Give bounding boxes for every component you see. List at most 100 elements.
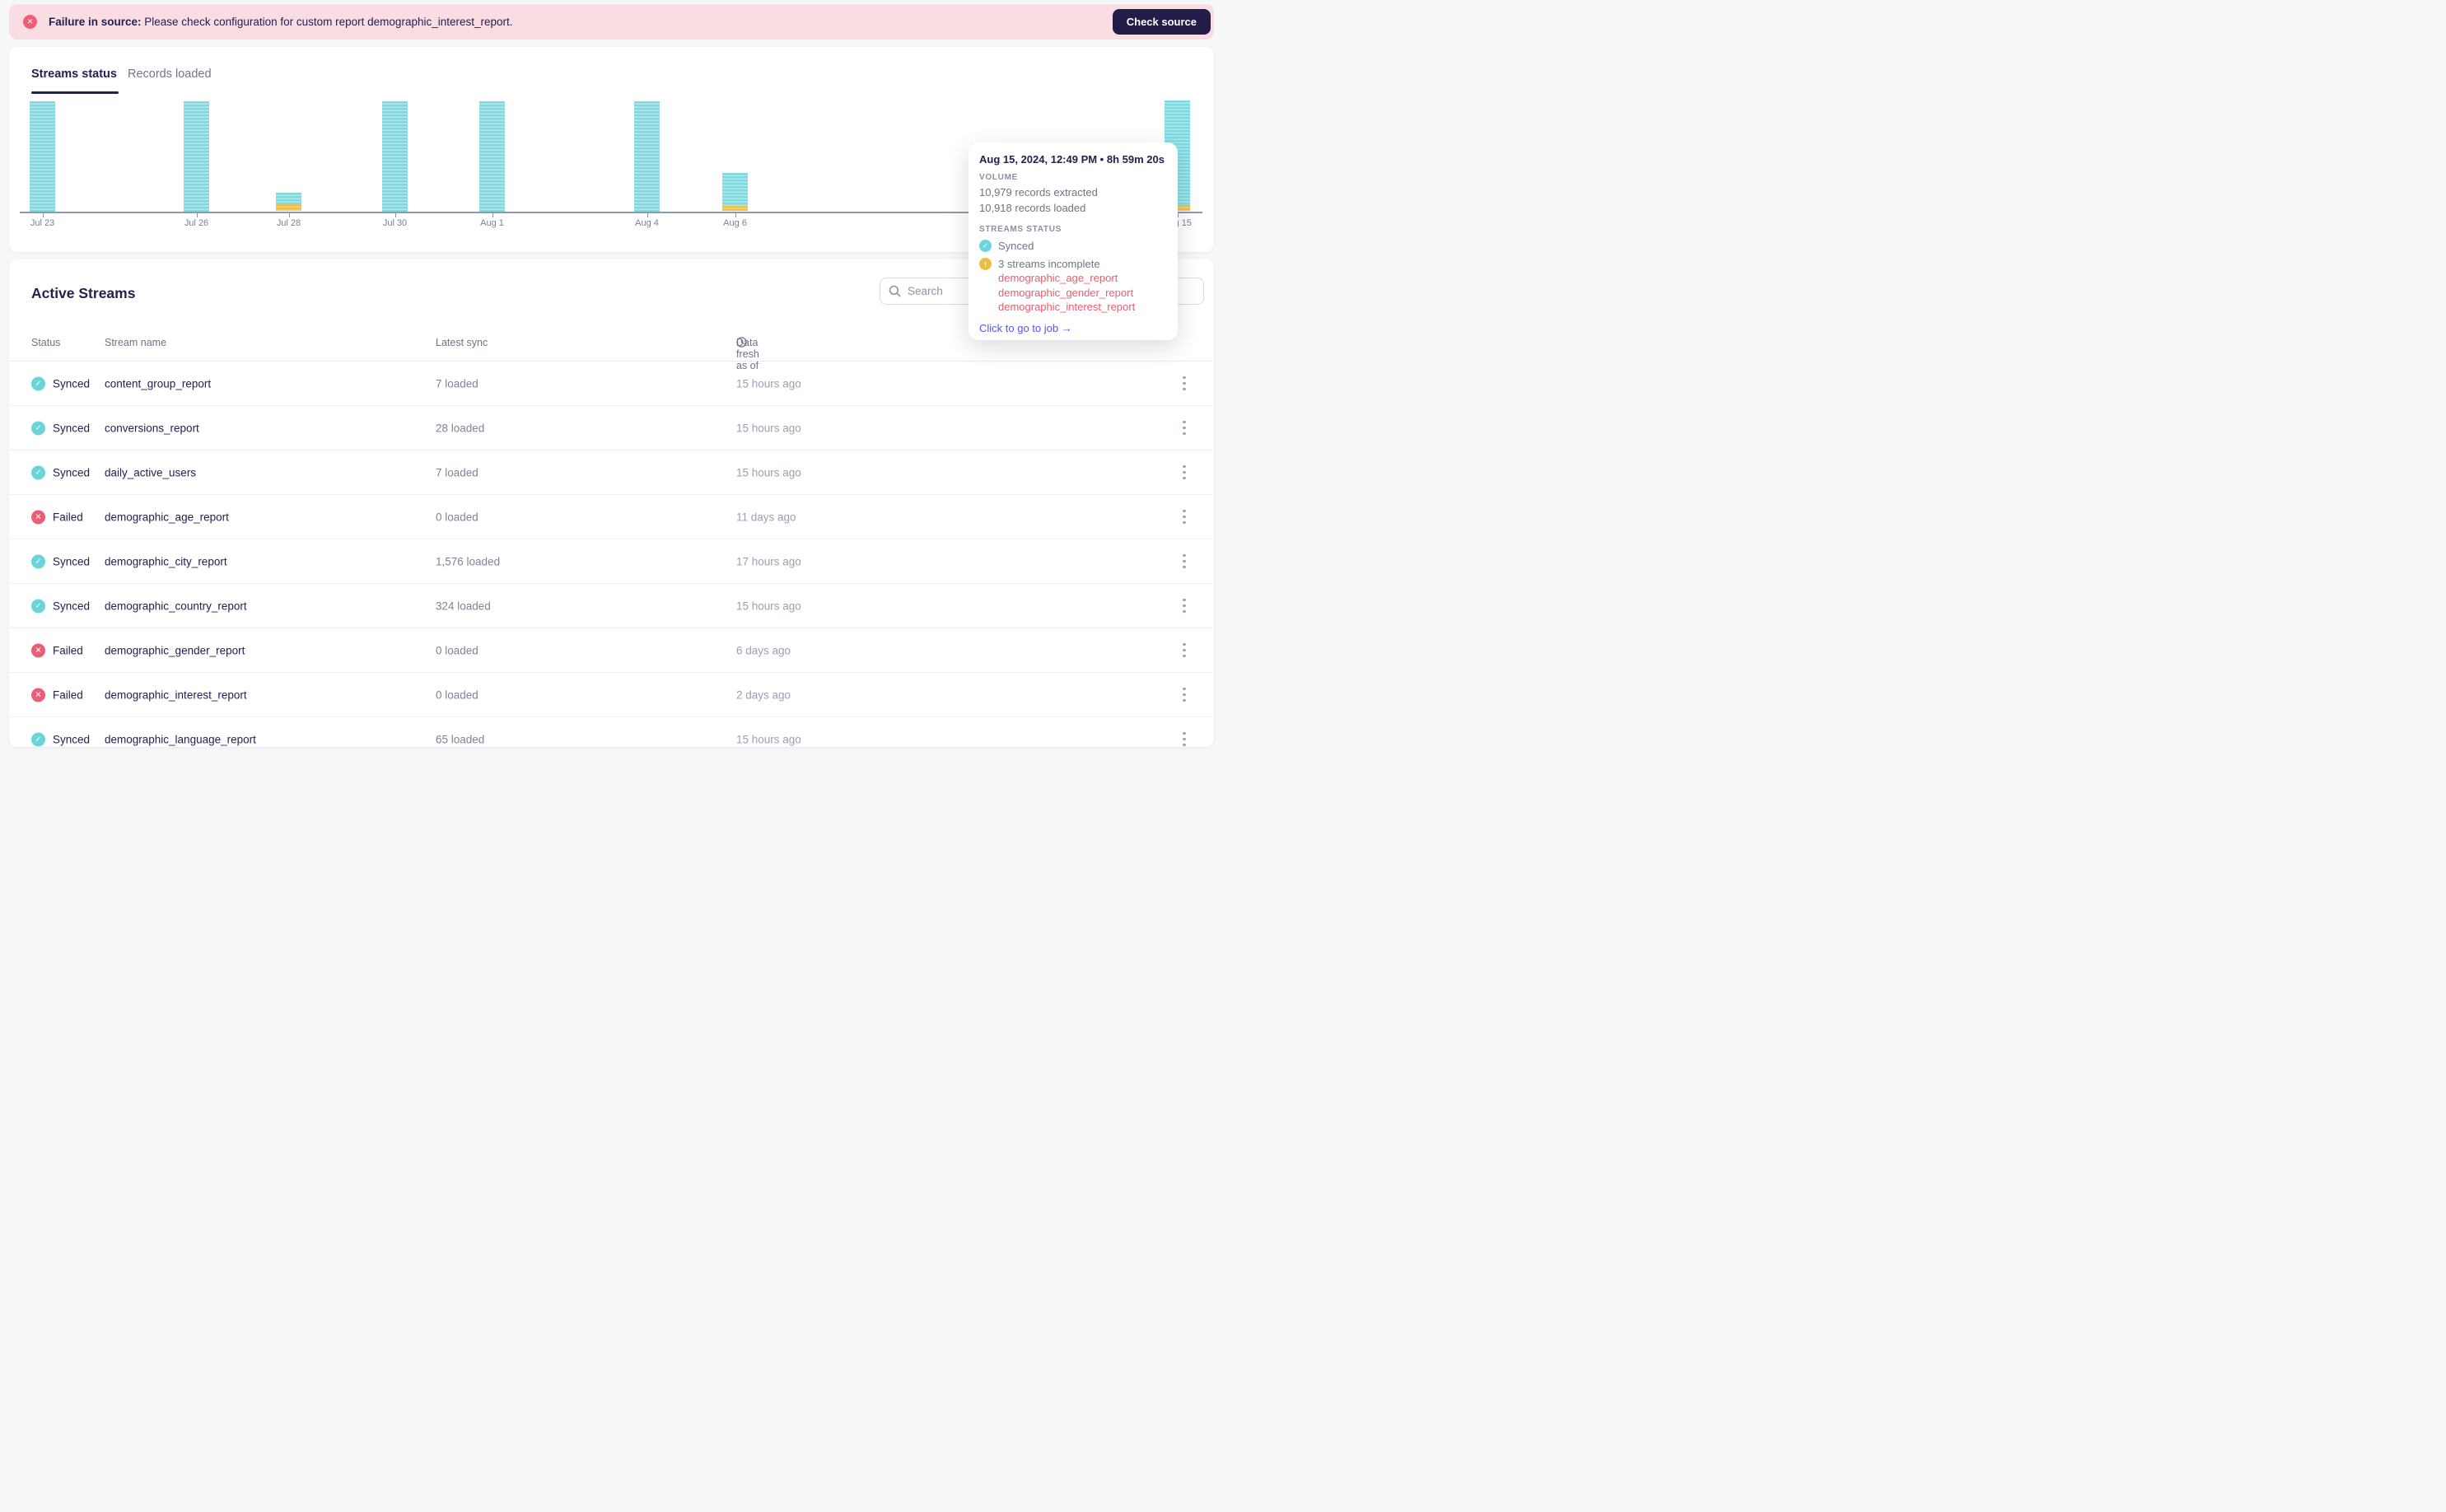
x-circle-icon: ✕ bbox=[31, 643, 45, 657]
chart-bar-jul-23[interactable] bbox=[30, 101, 55, 212]
status-label: Failed bbox=[53, 688, 83, 701]
kebab-menu-icon[interactable] bbox=[1173, 461, 1196, 484]
table-row: ✕ Failed demographic_interest_report 0 load… bbox=[9, 673, 1214, 717]
status-cell: ✓ Synced bbox=[31, 465, 90, 479]
status-label: Failed bbox=[53, 511, 83, 523]
check-circle-icon: ✓ bbox=[31, 599, 45, 613]
latest-sync-value: 7 loaded bbox=[436, 377, 478, 390]
latest-sync-value: 324 loaded bbox=[436, 600, 491, 612]
status-cell: ✕ Failed bbox=[31, 643, 83, 657]
status-cell: ✕ Failed bbox=[31, 510, 83, 524]
kebab-menu-icon[interactable] bbox=[1173, 728, 1196, 748]
incomplete-stream-link[interactable]: demographic_interest_report bbox=[998, 300, 1168, 315]
x-axis-label: Aug 6 bbox=[723, 218, 747, 228]
chart-bar-incomplete-jul-28[interactable] bbox=[276, 204, 301, 212]
table-row: ✕ Failed demographic_age_report 0 loaded 11 … bbox=[9, 495, 1214, 539]
x-axis-tick bbox=[288, 212, 290, 217]
stream-name: daily_active_users bbox=[105, 466, 197, 478]
data-fresh-value: 6 days ago bbox=[736, 644, 791, 656]
latest-sync-value: 1,576 loaded bbox=[436, 555, 501, 567]
x-axis-tick bbox=[735, 212, 736, 217]
status-cell: ✓ Synced bbox=[31, 599, 90, 613]
error-banner: ✕ Failure in source: Please check config… bbox=[9, 4, 1214, 40]
kebab-menu-icon[interactable] bbox=[1173, 639, 1196, 662]
kebab-menu-icon[interactable] bbox=[1173, 506, 1196, 529]
exclamation-circle-icon: ! bbox=[979, 258, 992, 270]
stream-name: demographic_country_report bbox=[105, 600, 247, 612]
check-circle-icon: ✓ bbox=[31, 421, 45, 435]
check-circle-icon: ✓ bbox=[979, 240, 992, 252]
tooltip-volume-label: VOLUME bbox=[979, 173, 1018, 182]
table-row: ✓ Synced demographic_language_report 65 loa… bbox=[9, 717, 1214, 747]
incomplete-stream-link[interactable]: demographic_gender_report bbox=[998, 286, 1168, 301]
x-axis-tick bbox=[196, 212, 198, 217]
table-row: ✓ Synced content_group_report 7 loaded 15 ho… bbox=[9, 362, 1214, 406]
table-row: ✕ Failed demographic_gender_report 0 loaded… bbox=[9, 628, 1214, 673]
search-icon bbox=[889, 285, 901, 297]
error-circle-icon: ✕ bbox=[23, 15, 37, 29]
chart-bar-incomplete-aug-6[interactable] bbox=[722, 206, 748, 212]
check-circle-icon: ✓ bbox=[31, 465, 45, 479]
status-cell: ✕ Failed bbox=[31, 688, 83, 702]
stream-name: demographic_language_report bbox=[105, 733, 256, 745]
kebab-menu-icon[interactable] bbox=[1173, 417, 1196, 440]
stream-name: conversions_report bbox=[105, 422, 199, 434]
check-circle-icon: ✓ bbox=[31, 732, 45, 746]
check-source-button[interactable]: Check source bbox=[1112, 9, 1211, 35]
stream-name: demographic_age_report bbox=[105, 511, 229, 523]
chart-bar-aug-6[interactable] bbox=[722, 173, 748, 207]
latest-sync-value: 0 loaded bbox=[436, 688, 478, 701]
data-fresh-value: 15 hours ago bbox=[736, 600, 801, 612]
kebab-menu-icon[interactable] bbox=[1173, 595, 1196, 618]
latest-sync-value: 28 loaded bbox=[436, 422, 485, 434]
table-row: ✓ Synced demographic_country_report 324 loa… bbox=[9, 584, 1214, 628]
status-label: Synced bbox=[53, 555, 91, 567]
status-cell: ✓ Synced bbox=[31, 554, 90, 568]
x-circle-icon: ✕ bbox=[31, 510, 45, 524]
x-axis-label: Jul 28 bbox=[276, 218, 301, 228]
kebab-menu-icon[interactable] bbox=[1173, 372, 1196, 395]
x-axis-label: Aug 4 bbox=[635, 218, 659, 228]
chart-bar-aug-4[interactable] bbox=[634, 101, 660, 212]
go-to-job-link[interactable]: Click to go to job → bbox=[979, 322, 1072, 334]
data-fresh-value: 15 hours ago bbox=[736, 422, 801, 434]
streams-table-body: ✓ Synced content_group_report 7 loaded 15 ho… bbox=[9, 362, 1214, 747]
stream-name: demographic_interest_report bbox=[105, 688, 247, 701]
chart-bar-aug-1[interactable] bbox=[479, 101, 505, 212]
stream-name: demographic_gender_report bbox=[105, 644, 245, 656]
active-streams-title: Active Streams bbox=[31, 285, 136, 301]
kebab-menu-icon[interactable] bbox=[1173, 550, 1196, 573]
status-label: Synced bbox=[53, 600, 91, 612]
x-axis-tick bbox=[42, 212, 44, 217]
latest-sync-value: 0 loaded bbox=[436, 644, 478, 656]
x-axis-label: Jul 23 bbox=[30, 218, 55, 228]
page: ✕ Failure in source: Please check config… bbox=[0, 0, 1223, 756]
data-fresh-value: 11 days ago bbox=[736, 511, 796, 523]
chart-bar-jul-30[interactable] bbox=[382, 101, 408, 212]
stream-name: content_group_report bbox=[105, 377, 212, 390]
x-axis-label: Jul 26 bbox=[184, 218, 209, 228]
latest-sync-value: 0 loaded bbox=[436, 511, 478, 523]
x-axis-label: Jul 30 bbox=[382, 218, 408, 228]
tooltip-title: Aug 15, 2024, 12:49 PM • 8h 59m 20s bbox=[979, 153, 1165, 166]
latest-sync-value: 65 loaded bbox=[436, 733, 485, 745]
incomplete-stream-link[interactable]: demographic_age_report bbox=[998, 271, 1168, 286]
column-header-status: Status bbox=[31, 337, 61, 348]
status-label: Failed bbox=[53, 644, 83, 656]
status-label: Synced bbox=[53, 377, 91, 390]
table-row: ✓ Synced demographic_city_report 1,576 load… bbox=[9, 539, 1214, 584]
sync-tooltip: Aug 15, 2024, 12:49 PM • 8h 59m 20s VOLU… bbox=[969, 142, 1178, 340]
table-row: ✓ Synced daily_active_users 7 loaded 15 hour… bbox=[9, 450, 1214, 495]
tooltip-records-extracted: 10,979 records extracted bbox=[979, 186, 1098, 198]
data-fresh-value: 15 hours ago bbox=[736, 377, 801, 390]
x-axis-tick bbox=[492, 212, 493, 217]
check-circle-icon: ✓ bbox=[31, 376, 45, 390]
table-header: Status Stream name Latest sync Data fres… bbox=[31, 337, 759, 371]
latest-sync-value: 7 loaded bbox=[436, 466, 478, 478]
chart-bar-jul-28[interactable] bbox=[276, 192, 301, 205]
status-label: Synced bbox=[53, 422, 91, 434]
status-label: Synced bbox=[53, 733, 91, 745]
clock-icon bbox=[736, 337, 747, 348]
kebab-menu-icon[interactable] bbox=[1173, 684, 1196, 707]
chart-bar-jul-26[interactable] bbox=[184, 101, 209, 212]
